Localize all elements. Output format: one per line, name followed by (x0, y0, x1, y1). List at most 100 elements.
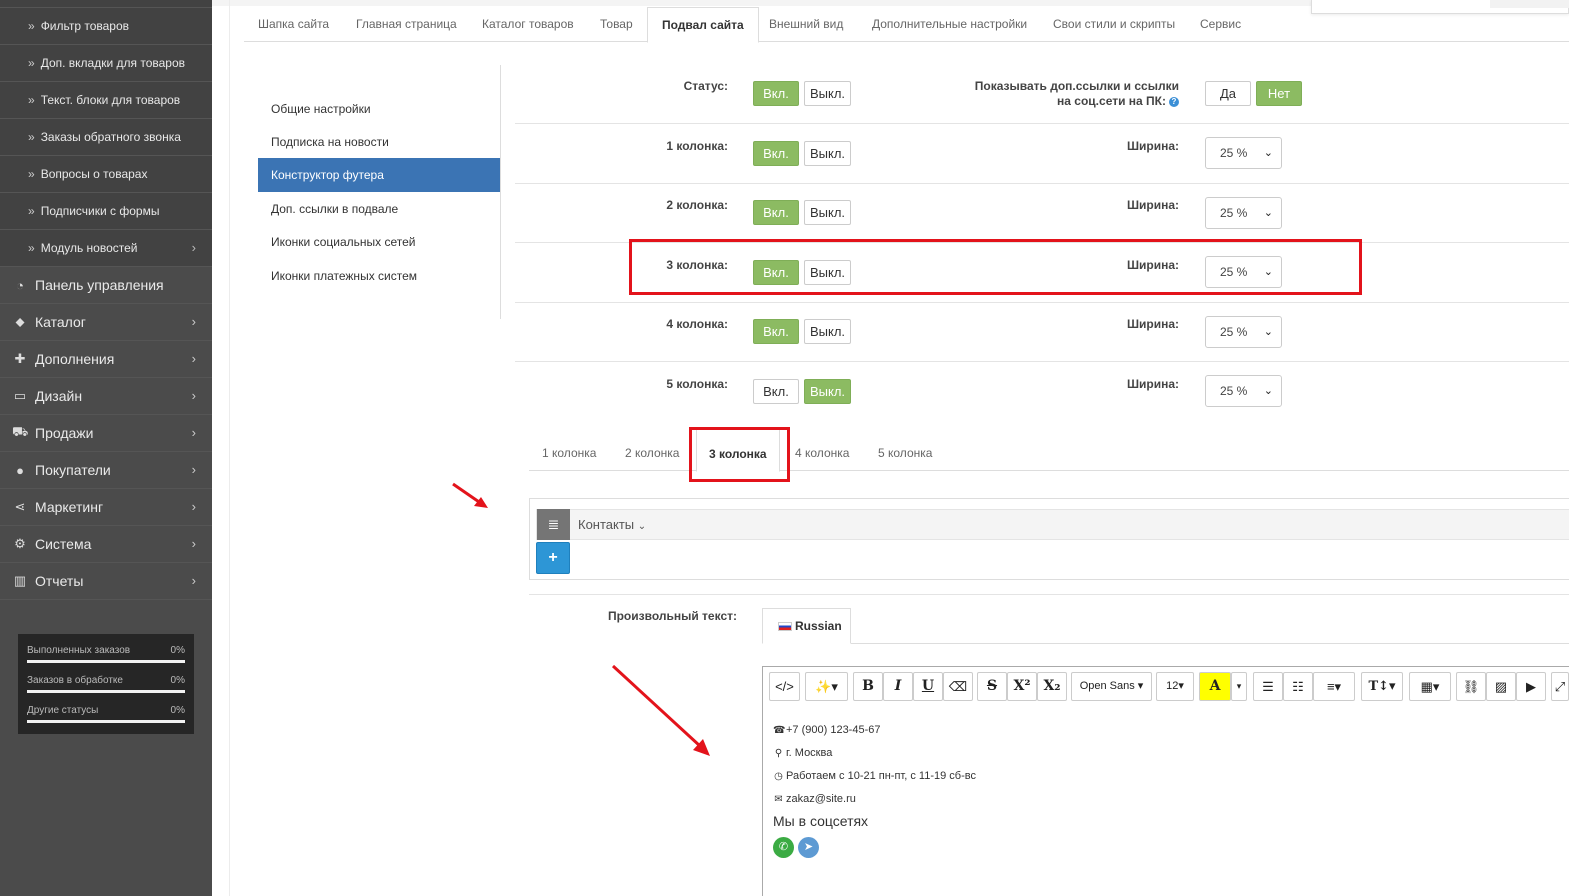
select-value: 25 % (1220, 206, 1248, 220)
status-off-button[interactable]: Выкл. (804, 81, 851, 106)
sidebar-item-label: Отчеты (35, 573, 84, 589)
block-title[interactable]: Контакты ⌄ (578, 510, 646, 541)
sidebar-item-system[interactable]: ⚙ Система › (0, 526, 212, 563)
font-family-select[interactable]: Open Sans ▾ (1071, 672, 1152, 701)
sidebar-item-callback-orders[interactable]: » Заказы обратного звонка (0, 119, 212, 156)
show-links-no-button[interactable]: Нет (1256, 81, 1302, 106)
link-icon[interactable]: ⛓ (1456, 672, 1486, 701)
submenu-payment-icons[interactable]: Иконки платежных систем (258, 259, 500, 293)
contact-email: ✉ zakaz@site.ru (773, 791, 976, 814)
sidebar-item-extra-tabs[interactable]: » Доп. вкладки для товаров (0, 45, 212, 82)
tab-column-1[interactable]: 1 колонка (542, 428, 596, 471)
language-label: Russian (795, 619, 842, 633)
sidebar-item-label: Дизайн (35, 388, 83, 404)
eraser-icon[interactable]: ⌫ (943, 672, 973, 701)
column-5-on-button[interactable]: Вкл. (753, 379, 799, 404)
stat-row: Заказов в обработке 0% (27, 672, 185, 702)
italic-icon[interactable]: I (883, 672, 913, 701)
column-2-off-button[interactable]: Выкл. (804, 200, 851, 225)
column-4-on-button[interactable]: Вкл. (753, 319, 799, 344)
select-value: 25 % (1220, 325, 1248, 339)
sidebar-item-form-subscribers[interactable]: » Подписчики с формы (0, 193, 212, 230)
submenu-social-icons[interactable]: Иконки социальных сетей (258, 225, 500, 259)
sidebar-item-text-blocks[interactable]: » Текст. блоки для товаров (0, 82, 212, 119)
submenu-newsletter[interactable]: Подписка на новости (258, 125, 500, 159)
line-height-icon[interactable]: T↕▾ (1361, 672, 1403, 701)
underline-icon[interactable]: U (913, 672, 943, 701)
stat-value: 0% (170, 705, 185, 716)
tab-language-russian[interactable]: Russian (762, 608, 851, 644)
column-2-on-button[interactable]: Вкл. (753, 200, 799, 225)
column-1-width-select[interactable]: 25 % ⌄ (1205, 137, 1282, 169)
column-1-off-button[interactable]: Выкл. (804, 141, 851, 166)
contact-text: г. Москва (786, 747, 833, 759)
sidebar-item-label: Панель управления (35, 277, 164, 293)
video-icon[interactable]: ▶ (1516, 672, 1546, 701)
chevron-right-icon: › (191, 240, 196, 255)
sidebar-item-marketing[interactable]: ⋖ Маркетинг › (0, 489, 212, 526)
column-5-width-select[interactable]: 25 % ⌄ (1205, 375, 1282, 407)
show-links-yes-button[interactable]: Да (1205, 81, 1251, 106)
drag-handle-icon[interactable]: ≣ (537, 509, 570, 540)
tab-catalog[interactable]: Каталог товаров (482, 7, 574, 42)
column-4-off-button[interactable]: Выкл. (804, 319, 851, 344)
tab-column-4[interactable]: 4 колонка (795, 428, 849, 471)
sidebar-item-catalog[interactable]: ⬥ Каталог › (0, 304, 212, 341)
help-icon[interactable]: ? (1169, 96, 1179, 107)
whatsapp-icon[interactable]: ✆ (773, 837, 794, 858)
sidebar-sub-top (0, 0, 212, 8)
submenu-footer-links[interactable]: Доп. ссылки в подвале (258, 192, 500, 226)
tab-footer[interactable]: Подвал сайта (647, 7, 759, 43)
column-5-off-button[interactable]: Выкл. (804, 379, 851, 404)
column-2-label: 2 колонка: (666, 198, 728, 212)
tab-product[interactable]: Товар (600, 7, 633, 42)
sidebar-item-dashboard[interactable]: ◔ Панель управления (0, 267, 212, 304)
column-1-on-button[interactable]: Вкл. (753, 141, 799, 166)
editor-content[interactable]: ☎+7 (900) 123-45-67 ⚲ г. Москва ◷ Работаем… (773, 722, 976, 858)
tab-column-2[interactable]: 2 колонка (625, 428, 679, 471)
subscript-icon[interactable]: X₂ (1037, 672, 1067, 701)
block-contacts[interactable]: ≣ Контакты ⌄ (536, 509, 1569, 540)
column-5-label: 5 колонка: (666, 377, 728, 391)
superscript-icon[interactable]: X² (1007, 672, 1037, 701)
sidebar-item-extensions[interactable]: ✚ Дополнения › (0, 341, 212, 378)
tab-home[interactable]: Главная страница (356, 7, 457, 42)
sidebar-item-filter[interactable]: » Фильтр товаров (0, 8, 212, 45)
tab-column-5[interactable]: 5 колонка (878, 428, 932, 471)
sidebar-item-product-questions[interactable]: » Вопросы о товарах (0, 156, 212, 193)
text-color-dropdown-icon[interactable]: ▾ (1231, 672, 1247, 701)
tab-appearance[interactable]: Внешний вид (769, 7, 843, 42)
align-icon[interactable]: ≡▾ (1313, 672, 1355, 701)
text-color-icon[interactable]: A (1199, 672, 1231, 701)
table-icon[interactable]: ▦▾ (1409, 672, 1451, 701)
column-4-width-select[interactable]: 25 % ⌄ (1205, 316, 1282, 348)
submenu-general[interactable]: Общие настройки (258, 92, 500, 126)
magic-wand-icon[interactable]: ✨▾ (805, 672, 848, 701)
font-family-value: Open Sans (1079, 680, 1135, 692)
column-2-width-select[interactable]: 25 % ⌄ (1205, 197, 1282, 229)
sidebar-item-news-module[interactable]: » Модуль новостей › (0, 230, 212, 267)
image-icon[interactable]: ▨ (1486, 672, 1516, 701)
numbered-list-icon[interactable]: ☷ (1283, 672, 1313, 701)
sidebar-item-design[interactable]: ▭ Дизайн › (0, 378, 212, 415)
tab-custom-styles[interactable]: Свои стили и скрипты (1053, 7, 1175, 42)
sidebar-item-customers[interactable]: ● Покупатели › (0, 452, 212, 489)
fullscreen-icon[interactable]: ⤢ (1551, 672, 1569, 701)
add-block-button[interactable]: + (536, 542, 570, 574)
code-view-icon[interactable]: </> (769, 672, 800, 701)
editor-toolbar: </> ✨▾ B I U ⌫ S X² X₂ Open Sans ▾ 12▾ A… (763, 667, 1569, 707)
tab-extra-settings[interactable]: Дополнительные настройки (872, 7, 1027, 42)
tab-service[interactable]: Сервис (1200, 7, 1241, 42)
sidebar-item-sales[interactable]: ⛟ Продажи › (0, 415, 212, 452)
strikethrough-icon[interactable]: S (977, 672, 1007, 701)
status-on-button[interactable]: Вкл. (753, 81, 799, 106)
sidebar-item-reports[interactable]: ▥ Отчеты › (0, 563, 212, 600)
bold-icon[interactable]: B (853, 672, 883, 701)
font-size-select[interactable]: 12▾ (1156, 672, 1194, 701)
tab-header[interactable]: Шапка сайта (258, 7, 329, 42)
bullet-list-icon[interactable]: ☰ (1253, 672, 1283, 701)
submenu-footer-builder[interactable]: Конструктор футера (258, 158, 500, 192)
custom-text-label: Произвольный текст: (607, 609, 737, 623)
sidebar-item-label: Покупатели (35, 462, 111, 478)
telegram-icon[interactable]: ➤ (798, 837, 819, 858)
